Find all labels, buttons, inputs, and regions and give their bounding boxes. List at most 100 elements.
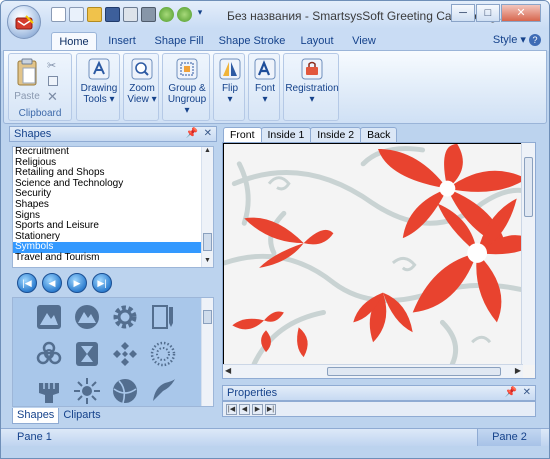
previous-page-button[interactable]: ◀: [42, 273, 62, 293]
quick-access-toolbar: ▾: [51, 7, 205, 22]
registration-button[interactable]: Registration ▾: [285, 58, 339, 105]
tab-shape-fill[interactable]: Shape Fill: [151, 32, 207, 51]
gallery-scrollbar[interactable]: [201, 298, 213, 406]
properties-pin-icon[interactable]: 📌: [505, 386, 517, 400]
undo-icon[interactable]: [159, 7, 174, 22]
canvas-vertical-scrollbar[interactable]: [521, 143, 535, 365]
tribal-shape-icon[interactable]: [149, 377, 177, 405]
properties-navigator: |◀ ◀ ▶ ▶|: [222, 401, 536, 417]
cut-icon[interactable]: ✂: [47, 59, 56, 72]
tab-layout[interactable]: Layout: [296, 32, 338, 51]
shapes-bottom-tabs: Shapes Cliparts: [12, 408, 105, 424]
diamonds-shape-icon[interactable]: [111, 340, 139, 368]
tab-inside-2[interactable]: Inside 2: [310, 127, 362, 142]
open-template-icon[interactable]: [69, 7, 84, 22]
canvas-h-scroll-thumb[interactable]: [327, 367, 501, 376]
tab-insert[interactable]: Insert: [101, 32, 143, 51]
save-icon[interactable]: [105, 7, 120, 22]
category-list-item[interactable]: Travel and Tourism: [13, 252, 213, 264]
prev-record-icon[interactable]: ◀: [239, 404, 250, 415]
drawing-tools-icon: [88, 58, 110, 80]
first-page-button[interactable]: |◀: [17, 273, 37, 293]
help-icon[interactable]: ?: [529, 34, 541, 46]
gear-shape-icon[interactable]: [111, 303, 139, 331]
copy-icon[interactable]: [48, 76, 58, 86]
gallery-scroll-thumb[interactable]: [203, 310, 212, 324]
canvas-horizontal-scrollbar[interactable]: ◀ ▶: [223, 364, 523, 378]
pencil-paper-shape-icon[interactable]: [149, 303, 177, 331]
category-list-item[interactable]: Recruitment: [13, 147, 213, 158]
tab-back[interactable]: Back: [360, 127, 398, 142]
hourglass-shape-icon[interactable]: [73, 340, 101, 368]
group-flip: Flip ▾: [213, 53, 245, 121]
flip-icon: [219, 58, 241, 80]
sunburst-shape-icon[interactable]: [73, 377, 101, 405]
group-font: Font ▾: [248, 53, 280, 121]
window-controls: ─ □ ✕: [451, 4, 541, 22]
shape-gallery: [12, 297, 214, 407]
group-grouping: Group & Ungroup ▾: [162, 53, 210, 121]
tab-home[interactable]: Home: [51, 32, 97, 51]
scroll-down-arrow[interactable]: ▼: [202, 257, 213, 267]
scroll-up-arrow[interactable]: ▲: [202, 147, 213, 157]
group-clipboard: Paste ✂ ✕ Clipboard: [8, 53, 72, 121]
new-document-icon[interactable]: [51, 7, 66, 22]
pin-icon[interactable]: 📌: [186, 127, 198, 141]
fist-shape-icon[interactable]: [35, 377, 63, 405]
category-list-scrollbar[interactable]: ▲ ▼: [201, 147, 213, 267]
scroll-thumb[interactable]: [203, 233, 212, 251]
tab-shapes[interactable]: Shapes: [12, 408, 60, 424]
group-ungroup-label-1: Group &: [168, 83, 206, 94]
h-scroll-right-arrow[interactable]: ▶: [515, 366, 521, 375]
landscape-shape-icon[interactable]: [35, 303, 63, 331]
properties-close-icon[interactable]: ✕: [523, 386, 531, 400]
paste-label: Paste: [14, 91, 40, 102]
h-scroll-left-arrow[interactable]: ◀: [225, 366, 231, 375]
shapes-panel-header: Shapes 📌 ✕: [9, 126, 217, 142]
close-button[interactable]: ✕: [501, 4, 541, 22]
registration-dropdown: ▾: [309, 94, 315, 105]
dotted-circle-shape-icon[interactable]: [149, 340, 177, 368]
shape-category-list[interactable]: Recruitment Religious Retailing and Shops S…: [12, 146, 214, 268]
open-folder-icon[interactable]: [87, 7, 102, 22]
font-button[interactable]: Font ▾: [250, 58, 280, 105]
last-page-button[interactable]: ▶|: [92, 273, 112, 293]
maximize-button[interactable]: □: [476, 4, 500, 22]
tab-front[interactable]: Front: [223, 127, 262, 142]
flip-button[interactable]: Flip ▾: [215, 58, 245, 105]
group-ungroup-button[interactable]: Group & Ungroup ▾: [165, 58, 209, 116]
drawing-tools-button[interactable]: Drawing Tools ▾: [79, 58, 119, 105]
mountain-badge-shape-icon[interactable]: [73, 303, 101, 331]
tab-cliparts[interactable]: Cliparts: [59, 408, 104, 424]
last-record-icon[interactable]: ▶|: [265, 404, 276, 415]
floral-card-artwork[interactable]: [223, 143, 535, 365]
zoom-view-label-2: View ▾: [127, 94, 157, 105]
clipboard-group-label: Clipboard: [18, 108, 62, 119]
paste-icon: [17, 58, 37, 86]
style-label[interactable]: Style ▾: [493, 34, 526, 46]
ball-shape-icon[interactable]: [111, 377, 139, 405]
biohazard-shape-icon[interactable]: [35, 340, 63, 368]
close-panel-icon[interactable]: ✕: [204, 127, 212, 141]
zoom-view-button[interactable]: Zoom View ▾: [125, 58, 159, 105]
delete-icon[interactable]: ✕: [47, 89, 58, 105]
first-record-icon[interactable]: |◀: [226, 404, 237, 415]
ribbon-tabs: Home Insert Shape Fill Shape Stroke Layo…: [1, 29, 549, 51]
paste-button[interactable]: Paste: [13, 58, 41, 102]
tab-inside-1[interactable]: Inside 1: [260, 127, 312, 142]
application-menu-button[interactable]: [7, 5, 41, 39]
category-list-item[interactable]: Shapes: [13, 199, 213, 211]
tab-view[interactable]: View: [346, 32, 382, 51]
style-menu[interactable]: Style ▾ ?: [493, 33, 541, 46]
next-record-icon[interactable]: ▶: [252, 404, 263, 415]
print-icon[interactable]: [141, 7, 156, 22]
next-page-button[interactable]: ▶: [67, 273, 87, 293]
redo-icon[interactable]: [177, 7, 192, 22]
canvas-scroll-thumb[interactable]: [524, 157, 533, 217]
print-preview-icon[interactable]: [123, 7, 138, 22]
group-registration: Registration ▾: [283, 53, 339, 121]
minimize-button[interactable]: ─: [451, 4, 475, 22]
customize-qat-icon[interactable]: ▾: [195, 7, 205, 22]
card-canvas[interactable]: ◀ ▶: [222, 142, 536, 379]
tab-shape-stroke[interactable]: Shape Stroke: [216, 32, 288, 51]
